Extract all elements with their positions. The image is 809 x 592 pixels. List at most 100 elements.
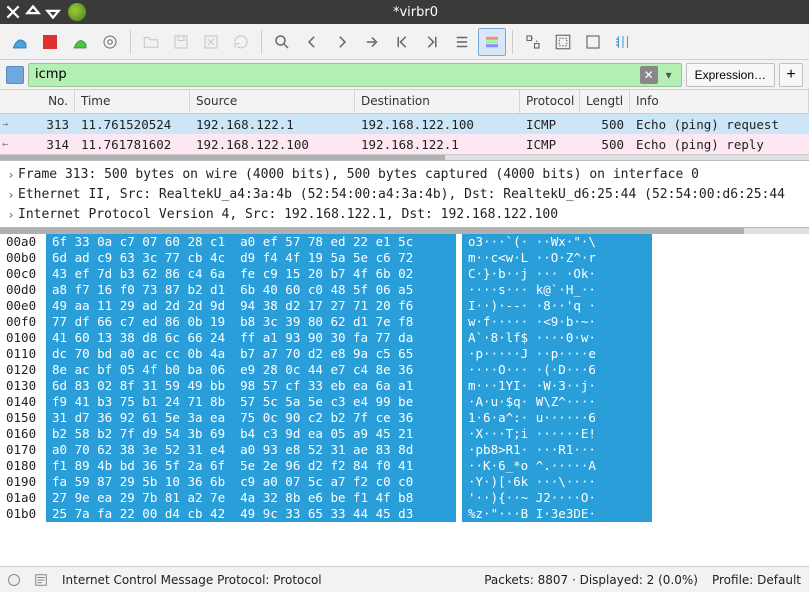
tree-row-ethernet[interactable]: ›Ethernet II, Src: RealtekU_a4:3a:4b (52…: [4, 185, 805, 205]
col-header-time[interactable]: Time: [75, 90, 190, 113]
window-maximize-icon[interactable]: [24, 3, 42, 21]
reload-button[interactable]: [227, 28, 255, 56]
packet-list-scrollbar[interactable]: [0, 154, 809, 160]
hex-bytes: 6f 33 0a c7 07 60 28 c1 a0 ef 57 78 ed 2…: [46, 234, 456, 250]
col-header-destination[interactable]: Destination: [355, 90, 520, 113]
go-first-button[interactable]: [388, 28, 416, 56]
hex-bytes: 25 7a fa 22 00 d4 cb 42 49 9c 33 65 33 4…: [46, 506, 456, 522]
caret-icon: ›: [4, 185, 18, 205]
hex-offset: 0140: [0, 394, 46, 410]
find-button[interactable]: [268, 28, 296, 56]
hex-row[interactable]: 0190fa 59 87 29 5b 10 36 6b c9 a0 07 5c …: [0, 474, 809, 490]
table-row[interactable]: ← 314 11.761781602 192.168.122.100 192.1…: [0, 134, 809, 154]
filter-bar: ✕ ▾ Expression… +: [0, 60, 809, 90]
hex-bytes: 6d 83 02 8f 31 59 49 bb 98 57 cf 33 eb e…: [46, 378, 456, 394]
close-file-button[interactable]: [197, 28, 225, 56]
hex-row[interactable]: 00b06d ad c9 63 3c 77 cb 4c d9 f4 4f 19 …: [0, 250, 809, 266]
shark-fin-icon[interactable]: [6, 28, 34, 56]
expression-button[interactable]: Expression…: [686, 63, 775, 87]
hex-row[interactable]: 0180f1 89 4b bd 36 5f 2a 6f 5e 2e 96 d2 …: [0, 458, 809, 474]
hex-row[interactable]: 0110dc 70 bd a0 ac cc 0b 4a b7 a7 70 d2 …: [0, 346, 809, 362]
related-arrow-icon: ←: [2, 139, 8, 150]
cell-info: Echo (ping) reply: [630, 137, 809, 152]
col-header-protocol[interactable]: Protocol: [520, 90, 580, 113]
cell-dst: 192.168.122.1: [355, 137, 520, 152]
tree-row-ip[interactable]: ›Internet Protocol Version 4, Src: 192.1…: [4, 205, 805, 225]
cell-len: 500: [580, 117, 630, 132]
zoom-out-button[interactable]: [549, 28, 577, 56]
tree-row-frame[interactable]: ›Frame 313: 500 bytes on wire (4000 bits…: [4, 165, 805, 185]
restart-capture-button[interactable]: [66, 28, 94, 56]
window-minimize-icon[interactable]: [44, 3, 62, 21]
cell-src: 192.168.122.1: [190, 117, 355, 132]
bookmark-filter-icon[interactable]: [6, 66, 24, 84]
hex-row[interactable]: 01208e ac bf 05 4f b0 ba 06 e9 28 0c 44 …: [0, 362, 809, 378]
status-packets: Packets: 8807 · Displayed: 2 (0.0%): [484, 573, 698, 587]
zoom-reset-button[interactable]: [579, 28, 607, 56]
hex-row[interactable]: 01a027 9e ea 29 7b 81 a2 7e 4a 32 8b e6 …: [0, 490, 809, 506]
hex-ascii: '··){··~ J2····O·: [462, 490, 652, 506]
main-toolbar: [0, 24, 809, 60]
hex-row[interactable]: 0170a0 70 62 38 3e 52 31 e4 a0 93 e8 52 …: [0, 442, 809, 458]
caret-icon: ›: [4, 205, 18, 225]
status-profile[interactable]: Profile: Default: [712, 573, 801, 587]
colorize-button[interactable]: [478, 28, 506, 56]
hex-bytes: 8e ac bf 05 4f b0 ba 06 e9 28 0c 44 e7 c…: [46, 362, 456, 378]
status-protocol: Internet Control Message Protocol: Proto…: [62, 573, 322, 587]
hex-ascii: ··K·6_*o ^.·····A: [462, 458, 652, 474]
hex-ascii: ····O··· ·(·D···6: [462, 362, 652, 378]
hex-row[interactable]: 0160b2 58 b2 7f d9 54 3b 69 b4 c3 9d ea …: [0, 426, 809, 442]
hex-offset: 01b0: [0, 506, 46, 522]
hex-row[interactable]: 0140f9 41 b3 75 b1 24 71 8b 57 5c 5a 5e …: [0, 394, 809, 410]
packet-list-pane: No. Time Source Destination Protocol Len…: [0, 90, 809, 161]
hex-bytes: a8 f7 16 f0 73 87 b2 d1 6b 40 60 c0 48 5…: [46, 282, 456, 298]
go-back-button[interactable]: [298, 28, 326, 56]
hex-row[interactable]: 00a06f 33 0a c7 07 60 28 c1 a0 ef 57 78 …: [0, 234, 809, 250]
window-close-icon[interactable]: [4, 3, 22, 21]
stop-capture-button[interactable]: [36, 28, 64, 56]
hex-row[interactable]: 01b025 7a fa 22 00 d4 cb 42 49 9c 33 65 …: [0, 506, 809, 522]
clear-filter-button[interactable]: ✕: [640, 66, 658, 84]
col-header-no[interactable]: No.: [0, 90, 75, 113]
col-header-length[interactable]: Lengtl: [580, 90, 630, 113]
packet-bytes-pane[interactable]: 00a06f 33 0a c7 07 60 28 c1 a0 ef 57 78 …: [0, 234, 809, 566]
hex-ascii: ·X···T;i ······E!: [462, 426, 652, 442]
display-filter-wrapper: ✕ ▾: [28, 63, 682, 87]
hex-bytes: 31 d7 36 92 61 5e 3a ea 75 0c 90 c2 b2 7…: [46, 410, 456, 426]
capture-options-button[interactable]: [96, 28, 124, 56]
details-scrollbar[interactable]: [0, 228, 809, 234]
hex-row[interactable]: 010041 60 13 38 d8 6c 66 24 ff a1 93 90 …: [0, 330, 809, 346]
hex-bytes: f9 41 b3 75 b1 24 71 8b 57 5c 5a 5e c3 e…: [46, 394, 456, 410]
hex-row[interactable]: 00f077 df 66 c7 ed 86 0b 19 b8 3c 39 80 …: [0, 314, 809, 330]
go-last-button[interactable]: [418, 28, 446, 56]
cell-info: Echo (ping) request: [630, 117, 809, 132]
hex-row[interactable]: 00c043 ef 7d b3 62 86 c4 6a fe c9 15 20 …: [0, 266, 809, 282]
zoom-in-button[interactable]: [519, 28, 547, 56]
hex-ascii: ·pb8>R1· ···R1···: [462, 442, 652, 458]
hex-row[interactable]: 015031 d7 36 92 61 5e 3a ea 75 0c 90 c2 …: [0, 410, 809, 426]
go-forward-button[interactable]: [328, 28, 356, 56]
auto-scroll-button[interactable]: [448, 28, 476, 56]
resize-columns-button[interactable]: [609, 28, 637, 56]
hex-bytes: 27 9e ea 29 7b 81 a2 7e 4a 32 8b e6 be f…: [46, 490, 456, 506]
table-row[interactable]: → 313 11.761520524 192.168.122.1 192.168…: [0, 114, 809, 134]
filter-dropdown-icon[interactable]: ▾: [660, 66, 678, 84]
hex-row[interactable]: 00d0a8 f7 16 f0 73 87 b2 d1 6b 40 60 c0 …: [0, 282, 809, 298]
hex-ascii: ·A·u·$q· W\Z^····: [462, 394, 652, 410]
hex-bytes: f1 89 4b bd 36 5f 2a 6f 5e 2e 96 d2 f2 8…: [46, 458, 456, 474]
notepad-icon[interactable]: [34, 573, 48, 587]
col-header-source[interactable]: Source: [190, 90, 355, 113]
hex-row[interactable]: 00e049 aa 11 29 ad 2d 2d 9d 94 38 d2 17 …: [0, 298, 809, 314]
col-header-info[interactable]: Info: [630, 90, 809, 113]
open-file-button[interactable]: [137, 28, 165, 56]
display-filter-input[interactable]: [28, 63, 682, 87]
hex-offset: 0180: [0, 458, 46, 474]
tree-label: Frame 313: 500 bytes on wire (4000 bits)…: [18, 165, 699, 185]
hex-ascii: ····s··· k@`·H_··: [462, 282, 652, 298]
add-filter-button[interactable]: +: [779, 63, 803, 87]
hex-ascii: ·p·····J ··p····e: [462, 346, 652, 362]
save-file-button[interactable]: [167, 28, 195, 56]
hex-row[interactable]: 01306d 83 02 8f 31 59 49 bb 98 57 cf 33 …: [0, 378, 809, 394]
expert-info-icon[interactable]: [8, 574, 20, 586]
go-to-packet-button[interactable]: [358, 28, 386, 56]
